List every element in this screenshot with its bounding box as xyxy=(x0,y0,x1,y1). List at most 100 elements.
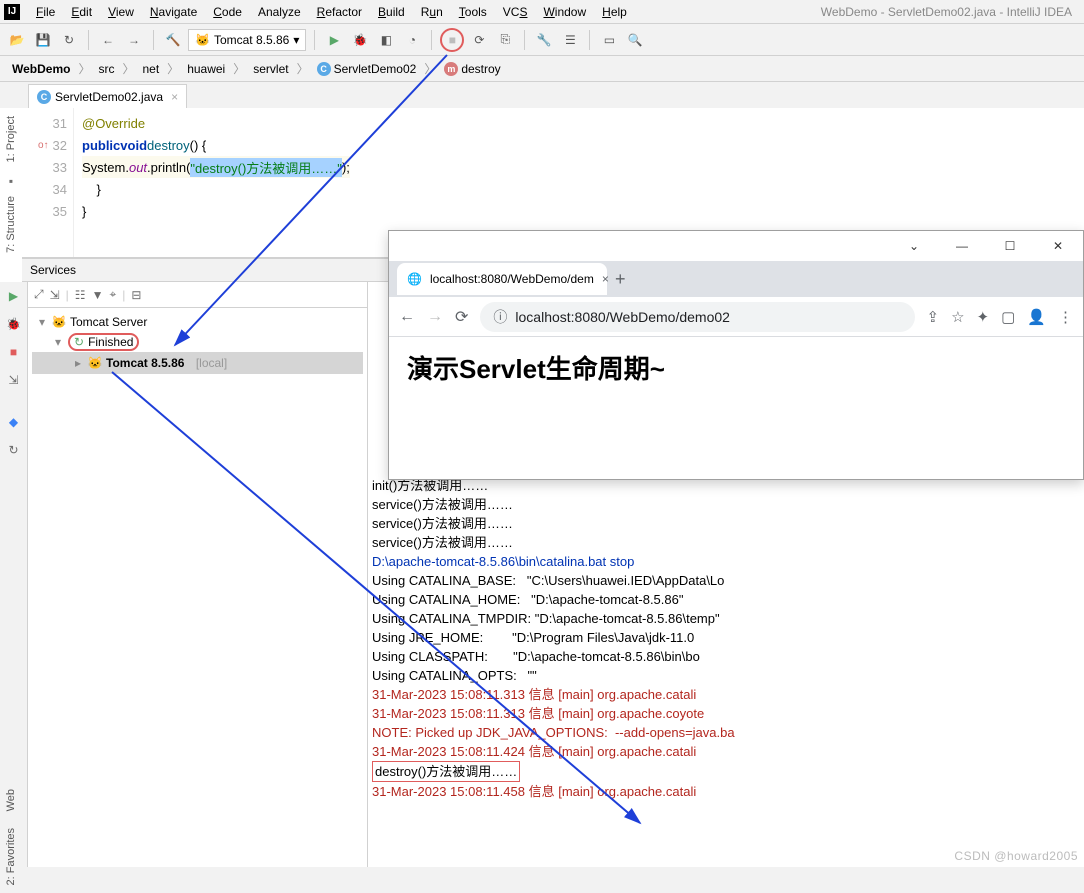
tool-structure[interactable]: 7: Structure xyxy=(5,196,17,253)
url-field[interactable]: ⓘ localhost:8080/WebDemo/demo02 xyxy=(480,302,914,332)
star-icon[interactable]: ☆ xyxy=(951,308,964,326)
reload-icon[interactable]: ⟳ xyxy=(455,307,468,327)
menu-build[interactable]: Build xyxy=(370,0,413,23)
crumb-src[interactable]: src xyxy=(92,62,120,76)
select-icon[interactable]: ⌖ xyxy=(109,287,116,302)
crumb-net[interactable]: net xyxy=(136,62,165,76)
run-configuration-selector[interactable]: 🐱 Tomcat 8.5.86 ▾ xyxy=(188,29,306,51)
menu-run[interactable]: Run xyxy=(413,0,451,23)
save-icon[interactable]: 💾 xyxy=(32,29,54,51)
coverage-icon[interactable]: ◧ xyxy=(375,29,397,51)
structure-icon[interactable]: ☰ xyxy=(559,29,581,51)
forward-icon[interactable]: → xyxy=(427,308,443,326)
close-tab-icon[interactable]: × xyxy=(602,272,609,286)
extension-icon[interactable]: ✦ xyxy=(977,308,990,326)
open-icon[interactable]: 📂 xyxy=(6,29,28,51)
debug-icon[interactable]: 🐞 xyxy=(349,29,371,51)
tool-web[interactable]: Web xyxy=(5,789,17,811)
crumb-class[interactable]: CServletDemo02 xyxy=(311,62,423,76)
attach-icon[interactable]: ⎘ xyxy=(494,29,516,51)
tree-toggle-icon[interactable]: ▾ xyxy=(36,315,48,329)
screen-icon[interactable]: ▭ xyxy=(598,29,620,51)
menu-navigate[interactable]: Navigate xyxy=(142,0,205,23)
window-title: WebDemo - ServletDemo02.java - IntelliJ … xyxy=(821,5,1072,19)
forward-icon[interactable]: → xyxy=(123,29,145,51)
tree-toggle-icon[interactable]: ▾ xyxy=(52,335,64,349)
menu-file[interactable]: File xyxy=(28,0,63,23)
services-tree[interactable]: ▾ 🐱 Tomcat Server ▾ ↻ Finished ▸ 🐱 Tomca… xyxy=(28,308,367,378)
share-icon[interactable]: ⇪ xyxy=(927,308,940,326)
expand-icon[interactable]: ⤢ xyxy=(34,287,44,302)
tool-project[interactable]: 1: Project xyxy=(5,116,17,162)
services-toolbar: ⤢ ⇲ | ☷ ▼ ⌖ | ⊟ xyxy=(28,282,367,308)
window-icon[interactable]: ▢ xyxy=(1001,308,1015,326)
breadcrumb: WebDemo〉 src〉 net〉 huawei〉 servlet〉 CSer… xyxy=(0,56,1084,82)
file-tab-label: ServletDemo02.java xyxy=(55,90,163,104)
url-text: localhost:8080/WebDemo/demo02 xyxy=(515,309,730,325)
menu-icon[interactable]: ⋮ xyxy=(1058,308,1073,326)
filter-icon[interactable]: ▼ xyxy=(92,288,104,302)
browser-content: 演示Servlet生命周期~ xyxy=(389,337,1083,398)
run-icon[interactable]: ▶ xyxy=(323,29,345,51)
left-toolwindow-bar: 1: Project ▪ 7: Structure Web 2: Favorit… xyxy=(0,76,22,893)
avatar-icon[interactable]: 👤 xyxy=(1027,308,1046,326)
profile-icon[interactable]: ◔ xyxy=(401,29,423,51)
code-area[interactable]: @Override public void destroy() { System… xyxy=(74,108,350,257)
toolbar: 📂 💾 ↻ ← → 🔨 🐱 Tomcat 8.5.86 ▾ ▶ 🐞 ◧ ◔ ■ … xyxy=(0,24,1084,56)
destroy-highlight: destroy()方法被调用…… xyxy=(372,761,520,782)
chevron-down-icon[interactable]: ⌄ xyxy=(899,239,929,253)
crumb-method[interactable]: mdestroy xyxy=(438,62,506,76)
menu-analyze[interactable]: Analyze xyxy=(250,0,309,23)
tree-toggle-icon[interactable]: ▸ xyxy=(72,356,84,370)
back-icon[interactable]: ← xyxy=(399,308,415,326)
hammer-icon[interactable]: 🔨 xyxy=(162,29,184,51)
layout-icon[interactable]: ☷ xyxy=(75,288,86,302)
class-icon: C xyxy=(317,62,331,76)
instance-local-label: [local] xyxy=(196,356,227,370)
minimize-icon[interactable]: — xyxy=(947,239,977,253)
instance-label: Tomcat 8.5.86 xyxy=(106,356,184,370)
tomcat-icon: 🐱 xyxy=(195,33,210,47)
stop-button-highlight: ■ xyxy=(440,28,464,52)
tomcat-icon: 🐱 xyxy=(88,356,102,370)
back-icon[interactable]: ← xyxy=(97,29,119,51)
update-icon[interactable]: ⟳ xyxy=(468,29,490,51)
folder-icon[interactable]: ▪ xyxy=(9,174,13,188)
info-icon[interactable]: ⓘ xyxy=(493,307,507,327)
menu-window[interactable]: Window xyxy=(535,0,594,23)
finished-label: Finished xyxy=(88,335,133,349)
close-icon[interactable]: ✕ xyxy=(1043,239,1073,253)
menubar: IJ File Edit View Navigate Code Analyze … xyxy=(0,0,1084,24)
menu-refactor[interactable]: Refactor xyxy=(309,0,370,23)
menu-help[interactable]: Help xyxy=(594,0,635,23)
rerun-icon[interactable]: ↻ xyxy=(74,335,84,349)
new-tab-icon[interactable]: + xyxy=(615,269,626,290)
tool-favorites[interactable]: 2: Favorites xyxy=(5,828,17,885)
browser-tab[interactable]: 🌐 localhost:8080/WebDemo/dem × xyxy=(397,263,607,295)
crumb-root[interactable]: WebDemo xyxy=(6,62,76,76)
crumb-huawei[interactable]: huawei xyxy=(181,62,231,76)
globe-icon: 🌐 xyxy=(407,272,422,286)
menu-tools[interactable]: Tools xyxy=(451,0,495,23)
app-logo: IJ xyxy=(4,4,20,20)
browser-tab-title: localhost:8080/WebDemo/dem xyxy=(430,272,594,286)
menu-vcs[interactable]: VCS xyxy=(495,0,536,23)
close-tab-icon[interactable]: × xyxy=(171,90,178,104)
crumb-servlet[interactable]: servlet xyxy=(247,62,294,76)
maximize-icon[interactable]: ☐ xyxy=(995,239,1025,253)
sync-icon[interactable]: ↻ xyxy=(58,29,80,51)
browser-addressbar: ← → ⟳ ⓘ localhost:8080/WebDemo/demo02 ⇪ … xyxy=(389,297,1083,337)
wrench-icon[interactable]: 🔧 xyxy=(533,29,555,51)
watermark: CSDN @howard2005 xyxy=(954,849,1078,863)
menu-code[interactable]: Code xyxy=(205,0,250,23)
menu-edit[interactable]: Edit xyxy=(63,0,100,23)
collapse-icon[interactable]: ⇲ xyxy=(50,288,60,302)
search-icon[interactable]: 🔍 xyxy=(624,29,646,51)
tree-collapse-icon[interactable]: ⊟ xyxy=(131,288,141,302)
file-tab[interactable]: C ServletDemo02.java × xyxy=(28,84,187,108)
override-icon[interactable]: o↑ xyxy=(38,140,49,151)
stop-icon[interactable]: ■ xyxy=(442,29,462,51)
tree-root-label: Tomcat Server xyxy=(70,315,147,329)
method-icon: m xyxy=(444,62,458,76)
menu-view[interactable]: View xyxy=(100,0,142,23)
